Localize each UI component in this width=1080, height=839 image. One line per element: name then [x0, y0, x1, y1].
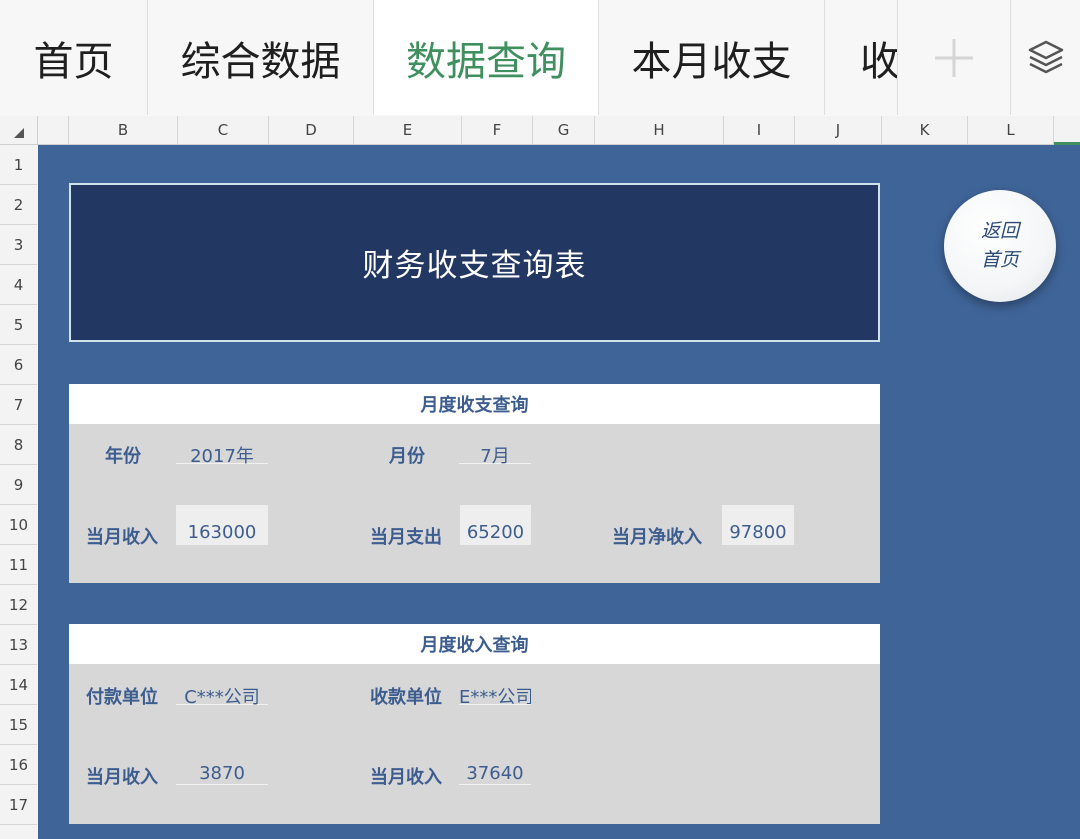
- add-sheet-button[interactable]: [898, 0, 1011, 115]
- income-label-2: 当月收入: [370, 767, 442, 788]
- tab-income[interactable]: 收: [825, 0, 898, 115]
- column-header-cell[interactable]: I: [724, 116, 795, 144]
- column-header-cell[interactable]: E: [354, 116, 462, 144]
- year-label: 年份: [105, 446, 141, 467]
- income-query-header: 月度收入查询: [69, 624, 880, 664]
- column-header: B C D E F G H I J K L: [0, 116, 1080, 145]
- income-value-2[interactable]: 37640: [459, 763, 531, 785]
- row-header-cell[interactable]: 4: [0, 265, 37, 305]
- column-header-cell[interactable]: G: [533, 116, 595, 144]
- row-header-cell[interactable]: 8: [0, 425, 37, 465]
- monthly-expense-label: 当月支出: [370, 527, 442, 548]
- row-header-cell[interactable]: 3: [0, 225, 37, 265]
- column-header-cell[interactable]: J: [795, 116, 882, 144]
- row-header-cell[interactable]: 7: [0, 385, 37, 425]
- year-value[interactable]: 2017年: [176, 442, 268, 467]
- monthly-expense-value[interactable]: 65200: [460, 505, 531, 545]
- row-header-cell[interactable]: 11: [0, 545, 37, 585]
- income-query-panel: 月度收入查询 付款单位 C***公司 收款单位 E***公司 当月收入 3870…: [69, 624, 880, 824]
- tab-monthly-balance[interactable]: 本月收支: [599, 0, 825, 115]
- column-header-cell[interactable]: B: [69, 116, 178, 144]
- column-header-cell[interactable]: K: [882, 116, 968, 144]
- monthly-summary-header: 月度收支查询: [69, 384, 880, 424]
- income-value-1[interactable]: 3870: [176, 763, 268, 785]
- monthly-net-income-value[interactable]: 97800: [722, 505, 794, 545]
- row-header-cell[interactable]: 12: [0, 585, 37, 625]
- payee-value[interactable]: E***公司: [459, 683, 531, 705]
- row-header: 1 2 3 4 5 6 7 8 9 10 11 12 13 14 15 16 1…: [0, 145, 39, 839]
- month-value[interactable]: 7月: [459, 442, 531, 467]
- payer-label: 付款单位: [86, 687, 158, 708]
- row-header-cell[interactable]: 15: [0, 705, 37, 745]
- column-header-cell[interactable]: D: [269, 116, 354, 144]
- row-header-cell[interactable]: 9: [0, 465, 37, 505]
- row-header-cell[interactable]: 6: [0, 345, 37, 385]
- row-header-cell[interactable]: 14: [0, 665, 37, 705]
- back-home-label-line2: 首页: [980, 249, 1019, 271]
- tab-summary-data[interactable]: 综合数据: [148, 0, 374, 115]
- report-title: 财务收支查询表: [69, 183, 880, 342]
- monthly-income-value[interactable]: 163000: [176, 505, 268, 545]
- payee-label: 收款单位: [370, 687, 442, 708]
- row-header-cell[interactable]: 13: [0, 625, 37, 665]
- row-header-cell[interactable]: 10: [0, 505, 37, 545]
- column-header-cell[interactable]: L: [968, 116, 1054, 144]
- payer-value[interactable]: C***公司: [176, 683, 268, 708]
- row-header-cell[interactable]: 5: [0, 305, 37, 345]
- back-home-label-line1: 返回: [980, 220, 1019, 242]
- row-header-cell[interactable]: 17: [0, 785, 37, 825]
- column-header-cell[interactable]: F: [462, 116, 533, 144]
- monthly-net-income-label: 当月净收入: [612, 527, 702, 548]
- tab-data-query[interactable]: 数据查询: [374, 0, 599, 115]
- income-label-1: 当月收入: [86, 767, 158, 788]
- sheet-tab-bar: 首页 综合数据 数据查询 本月收支 收: [0, 0, 1080, 117]
- row-header-cell[interactable]: 16: [0, 745, 37, 785]
- column-header-cell[interactable]: H: [595, 116, 724, 144]
- column-header-cell[interactable]: C: [178, 116, 269, 144]
- column-a-header[interactable]: [38, 116, 69, 144]
- select-all-triangle-icon: [13, 128, 24, 138]
- select-all-button[interactable]: [0, 116, 38, 144]
- month-label: 月份: [389, 446, 425, 467]
- tab-home[interactable]: 首页: [0, 0, 148, 115]
- monthly-summary-panel: 月度收支查询 年份 2017年 月份 7月 当月收入 163000 当月支出 6…: [69, 384, 880, 583]
- sheet-list-button[interactable]: [1012, 0, 1080, 115]
- back-home-button[interactable]: 返回 首页: [944, 190, 1056, 302]
- monthly-income-label: 当月收入: [86, 527, 158, 548]
- layers-icon: [1028, 40, 1064, 73]
- sheet-area[interactable]: 财务收支查询表 返回 首页 月度收支查询 年份 2017年 月份 7月 当月收入…: [38, 145, 1080, 839]
- row-header-cell[interactable]: 2: [0, 185, 37, 225]
- row-header-cell[interactable]: 1: [0, 145, 37, 185]
- plus-icon: [935, 38, 973, 77]
